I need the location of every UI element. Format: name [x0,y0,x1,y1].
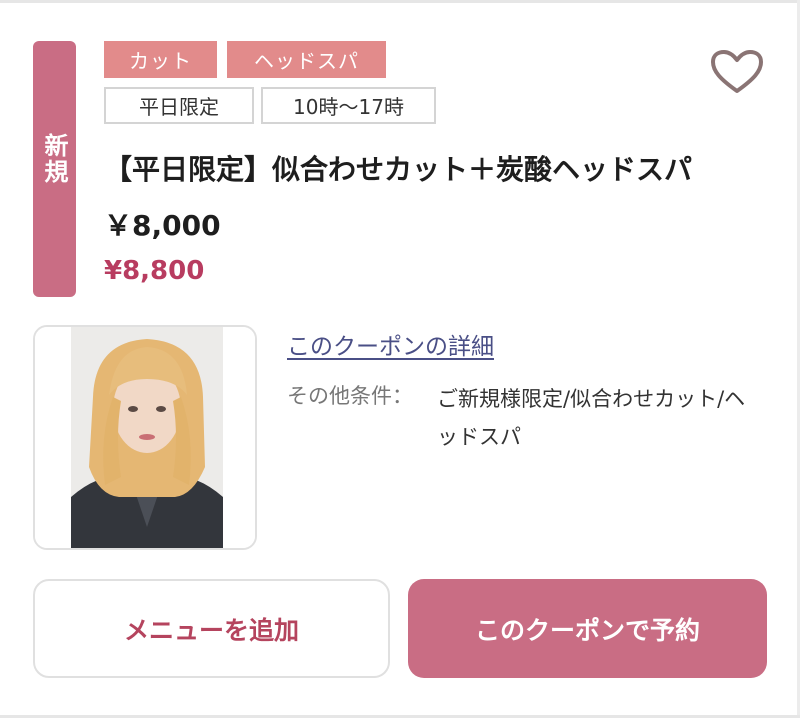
condition-tag-time: 10時〜17時 [261,87,436,124]
coupon-price: ¥8,800 [104,256,205,286]
new-customer-badge: 新規 [33,41,76,297]
coupon-detail-link[interactable]: このクーポンの詳細 [287,327,494,361]
conditions-label: その他条件： [287,384,413,408]
category-tag-headspa: ヘッドスパ [227,41,386,78]
add-menu-button[interactable]: メニューを追加 [33,579,390,678]
portrait-image [35,327,255,548]
coupon-title: 【平日限定】似合わせカット＋炭酸ヘッドスパ ￥8,000 [104,153,721,242]
conditions-value: ご新規様限定/似合わせカット/ヘッドスパ [437,387,746,449]
heart-outline-icon[interactable] [710,49,764,95]
stylist-photo [33,325,257,550]
card-top-border [0,0,800,3]
category-tag-cut: カット [104,41,217,78]
condition-tag-weekday: 平日限定 [104,87,254,124]
book-with-coupon-button[interactable]: このクーポンで予約 [408,579,767,678]
new-customer-badge-label: 新規 [40,133,68,185]
